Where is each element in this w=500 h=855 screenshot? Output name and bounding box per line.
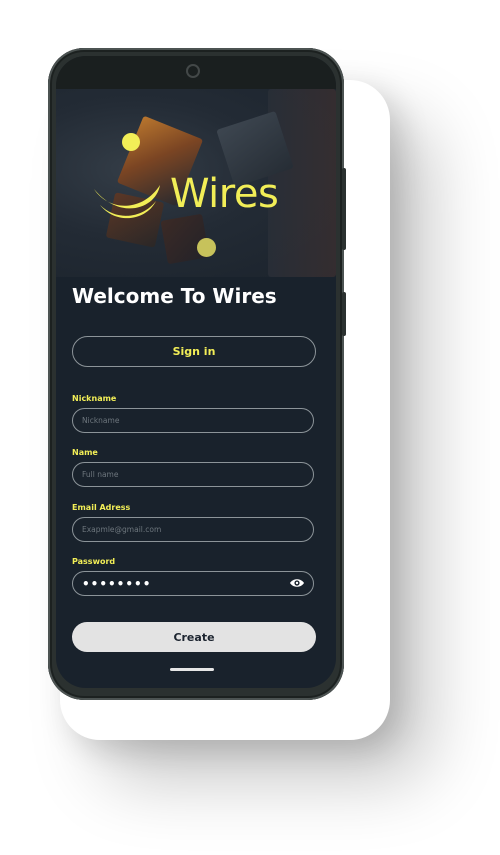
password-label: Password xyxy=(72,557,116,566)
volume-button xyxy=(342,168,346,250)
home-indicator[interactable] xyxy=(170,668,214,671)
logo-text: Wires xyxy=(170,171,279,217)
name-input[interactable] xyxy=(82,470,282,479)
logo-dot xyxy=(122,133,140,151)
nickname-field[interactable] xyxy=(72,408,314,433)
eye-icon[interactable] xyxy=(289,577,305,589)
nickname-input[interactable] xyxy=(82,416,282,425)
hero-banner: Wires xyxy=(56,89,336,277)
glowing-orb xyxy=(197,238,216,257)
email-label: Email Adress xyxy=(72,503,131,512)
logo-smile-icon xyxy=(94,185,160,219)
create-button[interactable]: Create xyxy=(72,622,316,652)
name-field[interactable] xyxy=(72,462,314,487)
sign-in-button[interactable]: Sign in xyxy=(72,336,316,367)
password-field[interactable]: •••••••• xyxy=(72,571,314,596)
page-title: Welcome To Wires xyxy=(72,284,277,308)
password-value[interactable]: •••••••• xyxy=(82,577,151,591)
name-label: Name xyxy=(72,448,98,457)
app-screen: Wires Welcome To Wires Sign in Nickname … xyxy=(56,56,336,688)
email-input[interactable] xyxy=(82,525,282,534)
power-button xyxy=(342,292,346,336)
nickname-label: Nickname xyxy=(72,394,117,403)
front-camera xyxy=(186,64,200,78)
email-field[interactable] xyxy=(72,517,314,542)
